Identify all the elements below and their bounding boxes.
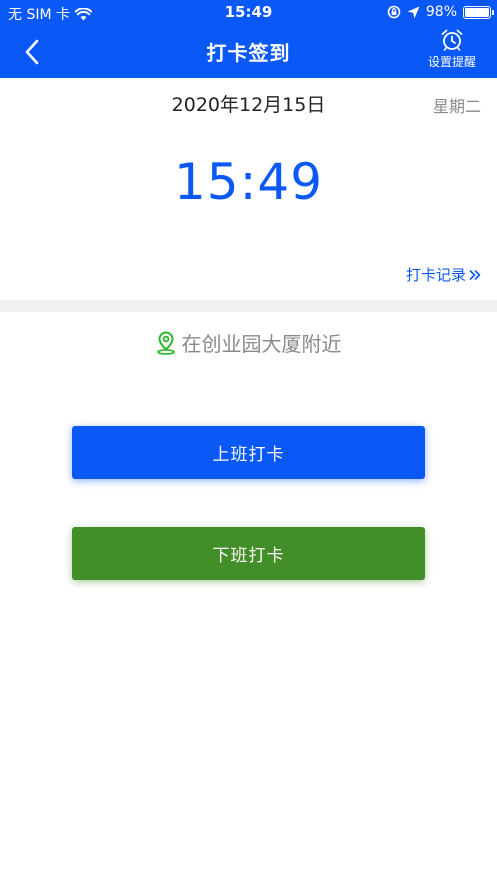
current-date: 2020年12月15日 [171,94,326,116]
chevron-left-icon [25,39,39,65]
location-row: 在创业园大厦附近 [0,328,497,357]
set-reminder-label: 设置提醒 [427,55,476,69]
battery-icon [463,5,494,19]
location-pin-icon [156,330,175,355]
battery-percent: 98% [425,4,457,20]
double-chevron-right-icon [469,269,481,280]
check-in-label: 上班打卡 [212,445,285,465]
check-out-label: 下班打卡 [212,546,285,566]
back-button[interactable] [12,34,52,70]
date-row: 2020年12月15日 星期二 [0,90,497,120]
orientation-lock-icon [387,5,401,19]
clock-display: 15:49 [173,153,324,211]
status-bar: 无 SIM 卡 15:49 98% [0,0,497,26]
status-right: 98% [387,4,494,20]
punch-records-label: 打卡记录 [405,266,466,284]
location-text: 在创业园大厦附近 [181,332,342,356]
location-arrow-icon [407,6,420,18]
alarm-clock-icon [441,29,463,51]
punch-records-link[interactable]: 打卡记录 [406,264,481,285]
check-out-button[interactable]: 下班打卡 [72,527,425,580]
check-in-button[interactable]: 上班打卡 [72,426,425,479]
header-bar: 无 SIM 卡 15:49 98% 打卡签到 设置提醒 [0,0,497,78]
weekday-label: 星期二 [432,97,481,116]
set-reminder-button[interactable]: 设置提醒 [417,28,487,76]
battery-level [465,7,489,17]
section-divider [0,300,497,312]
